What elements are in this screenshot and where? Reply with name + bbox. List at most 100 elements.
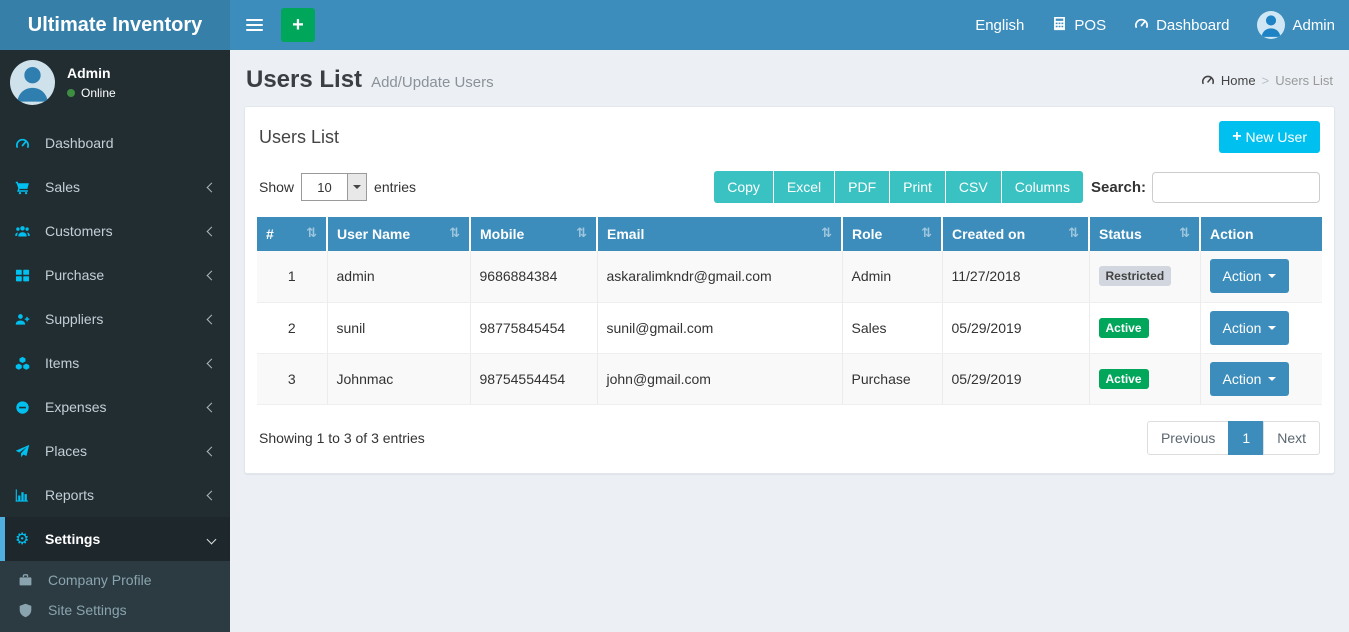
chevron-left-icon [207, 490, 217, 500]
cell-action: Action [1200, 353, 1322, 404]
cart-icon [15, 180, 39, 195]
sort-icon[interactable]: ⇅ [306, 226, 317, 241]
column-header[interactable]: Role ⇅ [842, 217, 942, 251]
users-table: # ⇅ User Name ⇅ Mobile ⇅ Email ⇅ Role ⇅ … [257, 217, 1322, 405]
column-header[interactable]: Action [1200, 217, 1322, 251]
plus-icon: + [1232, 128, 1241, 146]
caret-down-icon [1268, 274, 1276, 282]
table-toolbar: Show 10 entries CopyExcelPDFPrintCSVColu… [257, 169, 1322, 217]
sort-icon[interactable]: ⇅ [449, 226, 460, 241]
entries-select[interactable]: 10 [301, 173, 367, 201]
sidebar-item[interactable]: Items [0, 341, 230, 385]
app-logo[interactable]: Ultimate Inventory [0, 0, 230, 50]
pagination: Previous 1 Next [1147, 421, 1320, 455]
calculator-icon [1052, 16, 1067, 35]
cell-email: sunil@gmail.com [597, 302, 842, 353]
sort-icon[interactable]: ⇅ [1179, 226, 1190, 241]
new-user-button[interactable]: + New User [1219, 121, 1320, 153]
nav-pos[interactable]: POS [1038, 0, 1120, 50]
cell-role: Sales [842, 302, 942, 353]
column-header[interactable]: Mobile ⇅ [470, 217, 597, 251]
previous-page-button[interactable]: Previous [1147, 421, 1229, 455]
sidebar-item[interactable]: Suppliers [0, 297, 230, 341]
table-row: 3 Johnmac 98754554454 john@gmail.com Pur… [257, 353, 1322, 404]
sidebar-item[interactable]: Reports [0, 473, 230, 517]
export-pdf-button[interactable]: PDF [835, 171, 890, 203]
entries-control: Show 10 entries [259, 173, 416, 201]
sidebar-item[interactable]: Customers [0, 209, 230, 253]
quick-add-button[interactable]: + [281, 8, 315, 42]
breadcrumb-current: Users List [1275, 73, 1333, 88]
sort-icon[interactable]: ⇅ [821, 226, 832, 241]
sidebar-item[interactable]: ⚙ Settings [0, 517, 230, 561]
chevron-left-icon [207, 446, 217, 456]
sidebar-subitem[interactable]: Company Profile [0, 565, 230, 595]
sidebar-menu: Dashboard Sales Customers Purchase Suppl… [0, 121, 230, 561]
column-header[interactable]: Created on ⇅ [942, 217, 1089, 251]
content-header: Users List Add/Update Users Home > Users… [244, 60, 1335, 106]
sidebar-item[interactable]: Purchase [0, 253, 230, 297]
breadcrumb-home[interactable]: Home [1221, 73, 1256, 88]
sidebar-subitem[interactable]: % Tax List [0, 625, 230, 632]
export-button-group: CopyExcelPDFPrintCSVColumns [714, 171, 1083, 203]
sidebar-item[interactable]: Sales [0, 165, 230, 209]
sidebar-item[interactable]: Dashboard [0, 121, 230, 165]
cell-action: Action [1200, 302, 1322, 353]
home-icon [1201, 73, 1215, 87]
page-title: Users List [246, 66, 362, 94]
cell-status: Active [1089, 353, 1200, 404]
caret-down-icon [1268, 377, 1276, 385]
nav-dashboard[interactable]: Dashboard [1120, 0, 1243, 50]
cell-created: 11/27/2018 [942, 251, 1089, 302]
export-excel-button[interactable]: Excel [774, 171, 835, 203]
table-row: 1 admin 9686884384 askaralimkndr@gmail.c… [257, 251, 1322, 302]
users-icon [15, 224, 39, 239]
column-header[interactable]: User Name ⇅ [327, 217, 470, 251]
action-button[interactable]: Action [1210, 259, 1290, 293]
tachometer-icon [1134, 16, 1149, 35]
action-button[interactable]: Action [1210, 311, 1290, 345]
hamburger-menu-icon[interactable] [230, 0, 277, 50]
cell-action: Action [1200, 251, 1322, 302]
sidebar-subitem[interactable]: Site Settings [0, 595, 230, 625]
next-page-button[interactable]: Next [1263, 421, 1320, 455]
cubes-icon [15, 356, 39, 371]
sort-icon[interactable]: ⇅ [921, 226, 932, 241]
cell-mobile: 98775845454 [470, 302, 597, 353]
cell-mobile: 98754554454 [470, 353, 597, 404]
column-header[interactable]: Email ⇅ [597, 217, 842, 251]
column-header[interactable]: # ⇅ [257, 217, 327, 251]
sidebar-item[interactable]: Expenses [0, 385, 230, 429]
export-csv-button[interactable]: CSV [946, 171, 1002, 203]
action-button[interactable]: Action [1210, 362, 1290, 396]
page-number-button[interactable]: 1 [1228, 421, 1264, 455]
table-footer: Showing 1 to 3 of 3 entries Previous 1 N… [257, 405, 1322, 461]
status-badge: Active [1099, 318, 1149, 338]
sidebar-item[interactable]: Places [0, 429, 230, 473]
export-copy-button[interactable]: Copy [714, 171, 774, 203]
cell-mobile: 9686884384 [470, 251, 597, 302]
cell-username: admin [327, 251, 470, 302]
nav-language[interactable]: English [961, 0, 1038, 50]
export-print-button[interactable]: Print [890, 171, 946, 203]
paper-plane-icon [15, 444, 39, 459]
user-avatar-icon [10, 60, 55, 105]
breadcrumb-separator: > [1262, 73, 1270, 88]
cell-username: Johnmac [327, 353, 470, 404]
nav-user-menu[interactable]: Admin [1243, 0, 1349, 50]
chevron-left-icon [207, 402, 217, 412]
search-input[interactable] [1152, 172, 1320, 203]
sort-icon[interactable]: ⇅ [576, 226, 587, 241]
export-columns-button[interactable]: Columns [1002, 171, 1083, 203]
grid-icon [15, 268, 39, 283]
show-label: Show [259, 179, 294, 195]
sidebar-submenu: Company Profile Site Settings % Tax List [0, 561, 230, 632]
online-status-icon [67, 89, 75, 97]
cell-role: Purchase [842, 353, 942, 404]
column-header[interactable]: Status ⇅ [1089, 217, 1200, 251]
sort-icon[interactable]: ⇅ [1068, 226, 1079, 241]
chevron-left-icon [207, 182, 217, 192]
chevron-left-icon [207, 314, 217, 324]
users-list-panel: Users List + New User Show 10 entries Co… [244, 106, 1335, 474]
user-plus-icon [15, 312, 39, 327]
